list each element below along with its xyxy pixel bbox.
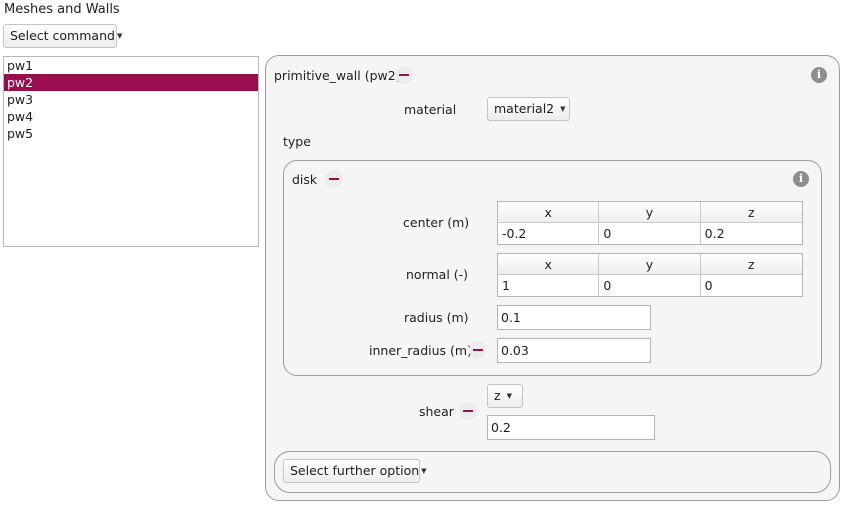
- normal-y-field[interactable]: 0: [599, 275, 701, 296]
- shear-axis-value: z: [494, 388, 501, 403]
- list-item-pw1[interactable]: pw1: [4, 57, 258, 74]
- material-dropdown[interactable]: material2 ▼: [487, 97, 570, 121]
- shear-label: shear: [419, 404, 454, 419]
- material-value: material2: [494, 101, 555, 116]
- caret-down-icon: ▼: [421, 467, 427, 475]
- disk-info-icon[interactable]: i: [793, 171, 809, 187]
- remove-wall-minus-icon[interactable]: [395, 66, 413, 84]
- page-title: Meshes and Walls: [4, 2, 120, 17]
- info-icon[interactable]: i: [811, 67, 827, 83]
- caret-down-icon: ▼: [560, 105, 566, 113]
- list-item-pw4[interactable]: pw4: [4, 108, 258, 125]
- list-item-pw5[interactable]: pw5: [4, 125, 258, 142]
- normal-header-y: y: [599, 254, 701, 275]
- panel-title: primitive_wall (pw2): [274, 68, 401, 83]
- caret-down-icon: ▼: [506, 392, 512, 400]
- center-grid: x y z -0.2 0 0.2: [497, 201, 803, 245]
- remove-inner-radius-minus-icon[interactable]: [469, 341, 487, 359]
- caret-down-icon: ▼: [116, 32, 123, 40]
- center-header-x: x: [498, 202, 600, 223]
- normal-grid: x y z 1 0 0: [497, 253, 803, 297]
- further-option-label: Select further option: [290, 463, 420, 478]
- normal-z-field[interactable]: 0: [701, 275, 802, 296]
- disk-title: disk: [292, 172, 318, 187]
- inner-radius-input[interactable]: 0.03: [497, 338, 651, 363]
- inner-radius-label: inner_radius (m): [369, 343, 472, 358]
- select-further-option-dropdown[interactable]: Select further option ▼: [283, 459, 427, 483]
- center-header-y: y: [599, 202, 701, 223]
- radius-label: radius (m): [404, 310, 469, 325]
- center-y-field[interactable]: 0: [599, 223, 701, 244]
- center-z-field[interactable]: 0.2: [701, 223, 802, 244]
- list-item-pw2[interactable]: pw2: [4, 74, 258, 91]
- select-command-label: Select command: [10, 28, 115, 43]
- normal-x-field[interactable]: 1: [498, 275, 600, 296]
- radius-input[interactable]: 0.1: [497, 305, 651, 330]
- normal-header-z: z: [700, 254, 802, 275]
- remove-disk-minus-icon[interactable]: [325, 170, 343, 188]
- select-command-dropdown[interactable]: Select command ▼: [3, 24, 122, 48]
- center-x-field[interactable]: -0.2: [498, 223, 600, 244]
- shear-axis-dropdown[interactable]: z ▼: [487, 384, 523, 408]
- type-label: type: [283, 134, 311, 149]
- center-label: center (m): [403, 215, 470, 230]
- shear-input[interactable]: 0.2: [487, 415, 655, 440]
- remove-shear-minus-icon[interactable]: [459, 402, 477, 420]
- wall-list[interactable]: pw1 pw2 pw3 pw4 pw5: [3, 56, 259, 247]
- normal-label: normal (-): [406, 267, 469, 282]
- list-item-pw3[interactable]: pw3: [4, 91, 258, 108]
- material-label: material: [404, 102, 457, 117]
- normal-header-x: x: [498, 254, 600, 275]
- center-header-z: z: [700, 202, 802, 223]
